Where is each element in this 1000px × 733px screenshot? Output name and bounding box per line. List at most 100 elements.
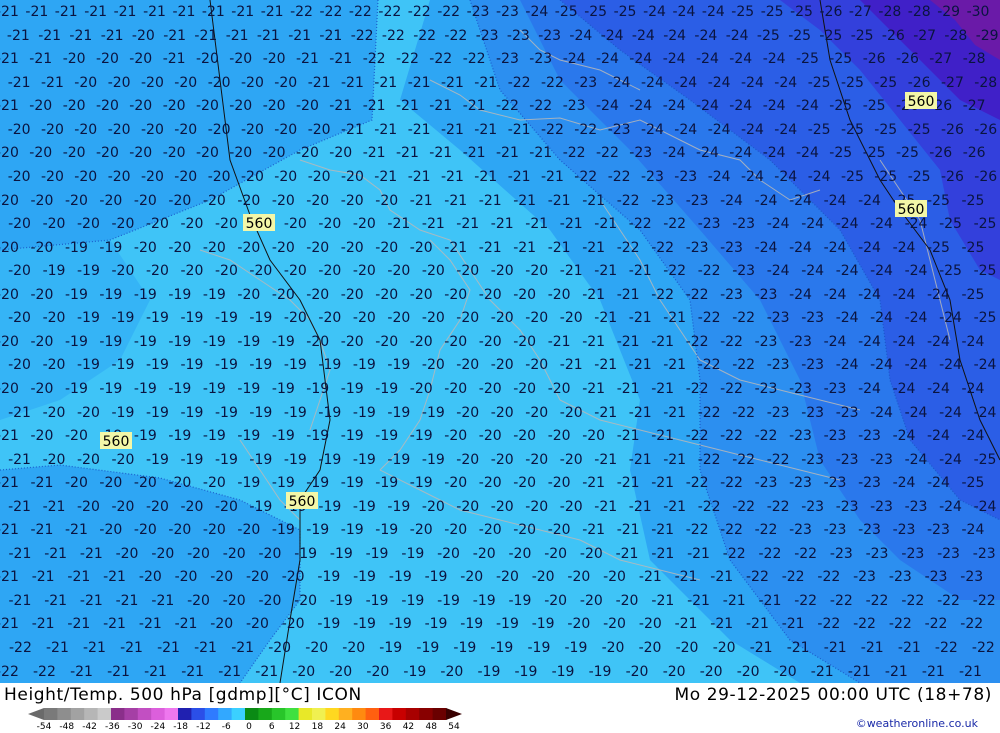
temperature-value: -20 xyxy=(163,98,186,114)
temperature-value: -19 xyxy=(515,664,538,680)
scale-color-cell xyxy=(312,708,326,720)
temperature-value: -21 xyxy=(43,499,66,515)
temperature-value: -25 xyxy=(851,28,874,44)
temperature-value: -19 xyxy=(237,475,260,491)
temperature-value: -19 xyxy=(237,428,260,444)
temperature-value: -20 xyxy=(603,569,626,585)
temperature-value: -24 xyxy=(663,145,686,161)
temperature-value: -20 xyxy=(444,428,467,444)
temperature-value: -21 xyxy=(231,4,254,20)
temperature-value: -20 xyxy=(525,263,548,279)
temperature-value: -21 xyxy=(617,428,640,444)
temperature-value: -24 xyxy=(663,98,686,114)
scale-arrow-right xyxy=(446,708,462,720)
temperature-value: -21 xyxy=(594,310,617,326)
temperature-value: -23 xyxy=(686,193,709,209)
temperature-value: -20 xyxy=(249,263,272,279)
temperature-value: -21 xyxy=(107,664,130,680)
temperature-value: -23 xyxy=(858,475,881,491)
temperature-value: -23 xyxy=(905,499,928,515)
temperature-value: -21 xyxy=(548,240,571,256)
temperature-value: -21 xyxy=(651,381,674,397)
temperature-value: -20 xyxy=(210,616,233,632)
temperature-value: -24 xyxy=(729,98,752,114)
temperature-value: -21 xyxy=(617,475,640,491)
temperature-value: -21 xyxy=(663,405,686,421)
temperature-value: -22 xyxy=(973,593,996,609)
temperature-value: -20 xyxy=(456,263,479,279)
scale-tick-label: 48 xyxy=(425,722,437,732)
temperature-value: -21 xyxy=(0,51,19,67)
temperature-value: -20 xyxy=(491,452,514,468)
temperature-value: -20 xyxy=(0,334,19,350)
temperature-value: -21 xyxy=(456,216,479,232)
temperature-value: -21 xyxy=(83,640,106,656)
temperature-value: -22 xyxy=(698,357,721,373)
temperature-value: -19 xyxy=(341,381,364,397)
scale-tick-label: -36 xyxy=(104,722,120,732)
temperature-value: -24 xyxy=(962,334,985,350)
temperature-value: -20 xyxy=(175,569,198,585)
temperature-value: -21 xyxy=(594,405,617,421)
temperature-value: -19 xyxy=(134,381,157,397)
credit-link[interactable]: ©weatheronline.co.uk xyxy=(856,717,978,730)
temperature-value: -20 xyxy=(129,145,152,161)
temperature-value: -24 xyxy=(927,381,950,397)
temperature-value: -19 xyxy=(99,334,122,350)
temperature-value: -20 xyxy=(237,240,260,256)
temperature-value: -21 xyxy=(513,240,536,256)
temperature-value: -21 xyxy=(32,616,55,632)
temperature-value: -22 xyxy=(351,28,374,44)
temperature-value: -22 xyxy=(794,593,817,609)
temperature-value: -20 xyxy=(444,522,467,538)
temperature-value: -19 xyxy=(366,593,389,609)
temperature-value: -19 xyxy=(341,522,364,538)
temperature-value: -21 xyxy=(25,4,48,20)
temperature-value: -23 xyxy=(824,381,847,397)
temperature-value: -19 xyxy=(134,287,157,303)
scale-color-cell xyxy=(111,708,125,720)
temperature-value: -20 xyxy=(215,263,238,279)
temperature-value: -29 xyxy=(937,4,960,20)
temperature-value: -26 xyxy=(941,169,964,185)
temperature-value: -21 xyxy=(257,28,280,44)
temperature-value: -19 xyxy=(306,381,329,397)
temperature-value: -22 xyxy=(698,310,721,326)
temperature-value: -23 xyxy=(836,452,859,468)
temperature-value: -25 xyxy=(874,169,897,185)
temperature-value: -20 xyxy=(308,169,331,185)
temperature-value: -21 xyxy=(594,452,617,468)
temperature-value: -20 xyxy=(479,475,502,491)
geopotential-label: 560 xyxy=(246,216,273,232)
temperature-value: -24 xyxy=(893,428,916,444)
temperature-value: -19 xyxy=(272,522,295,538)
temperature-value: -22 xyxy=(596,145,619,161)
temperature-value: -20 xyxy=(525,405,548,421)
temperature-value: -24 xyxy=(563,51,586,67)
temperature-value: -20 xyxy=(259,593,282,609)
temperature-value: -21 xyxy=(70,664,93,680)
temperature-value: -20 xyxy=(560,499,583,515)
temperature-value: -20 xyxy=(580,546,603,562)
temperature-value: -20 xyxy=(43,216,66,232)
temperature-value: -20 xyxy=(513,428,536,444)
temperature-value: -20 xyxy=(306,193,329,209)
temperature-value: -20 xyxy=(210,569,233,585)
temperature-value: -20 xyxy=(8,310,31,326)
temperature-value: -23 xyxy=(608,122,631,138)
temperature-value: -20 xyxy=(544,593,567,609)
temperature-value: -19 xyxy=(112,405,135,421)
temperature-value: -19 xyxy=(146,405,169,421)
temperature-value: -21 xyxy=(663,499,686,515)
temperature-value: -19 xyxy=(416,640,439,656)
temperature-value: -23 xyxy=(925,569,948,585)
temperature-value: -20 xyxy=(272,240,295,256)
temperature-value: -20 xyxy=(580,593,603,609)
temperature-value: -24 xyxy=(801,263,824,279)
temperature-value: -20 xyxy=(41,169,64,185)
temperature-value: -21 xyxy=(541,169,564,185)
temperature-value: -21 xyxy=(0,616,19,632)
temperature-value: -21 xyxy=(341,122,364,138)
temperature-value: -22 xyxy=(541,122,564,138)
temperature-value: -24 xyxy=(741,169,764,185)
